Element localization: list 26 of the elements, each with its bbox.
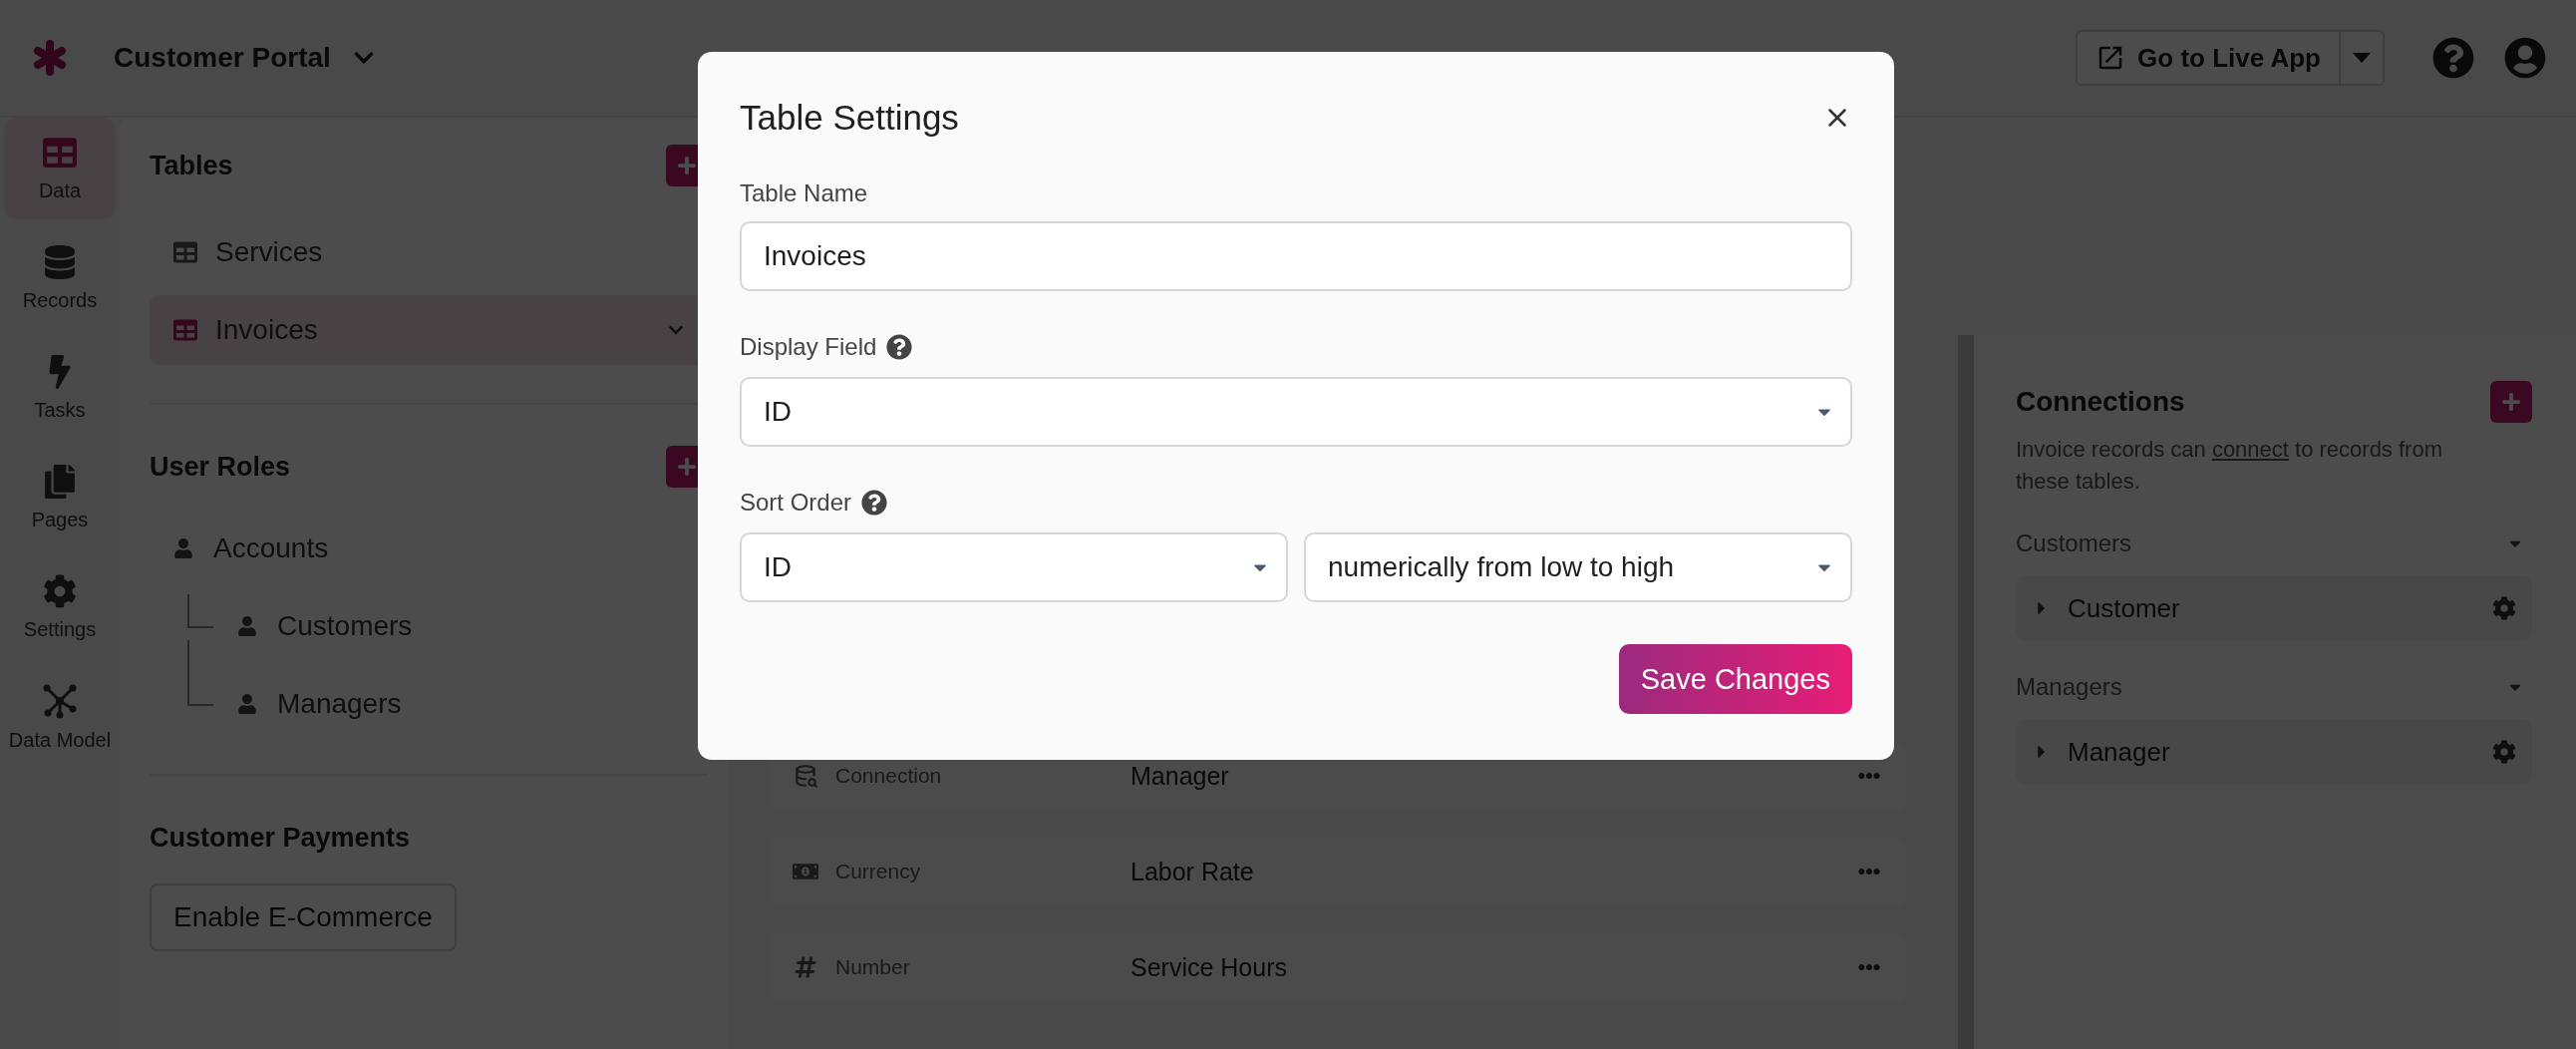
- display-field-select[interactable]: ID: [740, 377, 1852, 447]
- field-label: Display Field: [740, 333, 877, 361]
- connections-title: Connections: [2016, 386, 2185, 418]
- field-name: Manager: [1130, 761, 1230, 791]
- nav-item[interactable]: Settings: [4, 556, 116, 658]
- nav-item[interactable]: Records: [4, 227, 116, 329]
- field-name: Labor Rate: [1130, 857, 1255, 886]
- help-icon[interactable]: [886, 334, 913, 360]
- nav-item[interactable]: Data Model: [4, 666, 116, 768]
- save-changes-button[interactable]: Save Changes: [1618, 644, 1852, 714]
- sort-direction-select[interactable]: numerically from low to high: [1304, 532, 1852, 602]
- app-name: Customer Portal: [114, 42, 331, 74]
- field-name: Service Hours: [1130, 952, 1288, 982]
- section-title: Tables: [150, 150, 233, 181]
- dialog-title: Table Settings: [740, 98, 959, 138]
- field-label: Table Name: [740, 179, 868, 207]
- field-label: Sort Order: [740, 489, 852, 517]
- connection-name: Manager: [2068, 736, 2171, 768]
- connection-name: Customer: [2068, 592, 2181, 624]
- section-title: User Roles: [150, 451, 291, 483]
- sort-field-select[interactable]: ID: [740, 532, 1288, 602]
- table-name-input[interactable]: Invoices: [740, 221, 1852, 291]
- section-title: Customer Payments: [150, 822, 411, 854]
- help-icon[interactable]: [861, 490, 888, 516]
- nav-item[interactable]: Tasks: [4, 337, 116, 439]
- nav-item[interactable]: Pages: [4, 447, 116, 548]
